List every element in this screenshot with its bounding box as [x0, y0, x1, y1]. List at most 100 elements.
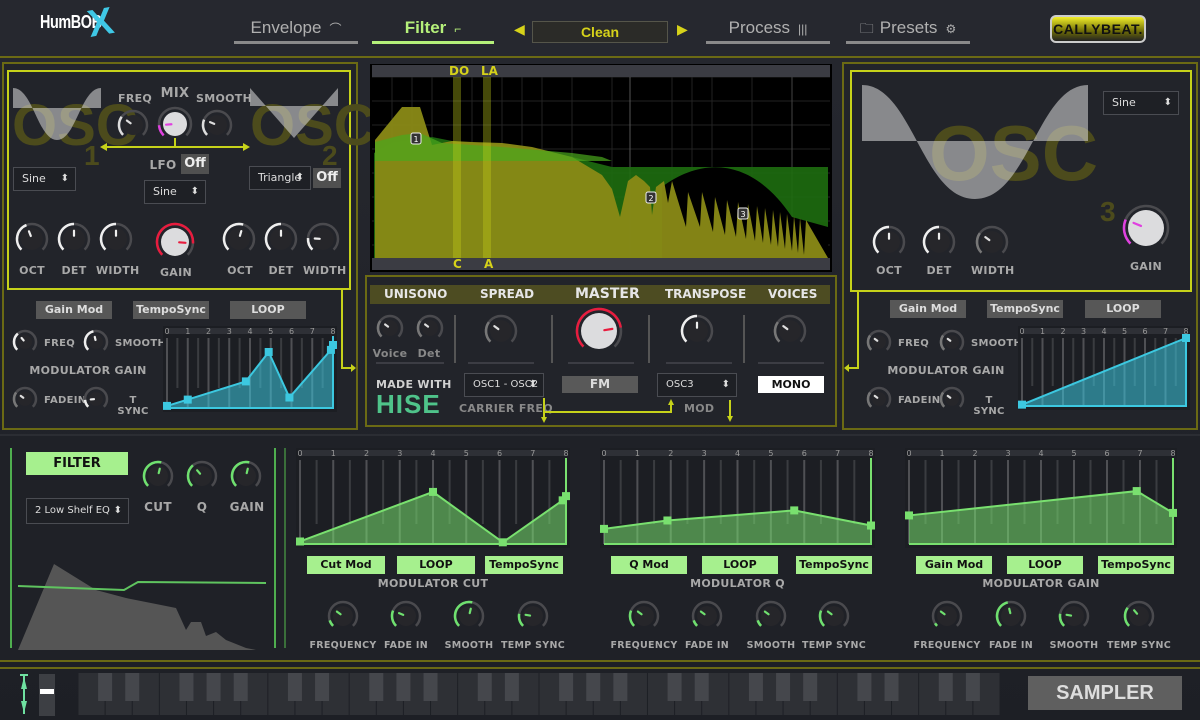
- unison-det-knob[interactable]: [416, 314, 444, 342]
- master-volume-knob[interactable]: [575, 307, 623, 355]
- gain-knob[interactable]: [155, 222, 195, 262]
- q-mod-knob-2[interactable]: [755, 600, 787, 632]
- lfo-freq-knob[interactable]: [117, 109, 149, 141]
- transpose-knob[interactable]: [680, 314, 714, 348]
- fm-button[interactable]: FM: [562, 376, 638, 393]
- osc3-wave-select[interactable]: Sine ⬍: [1103, 91, 1179, 115]
- tab-presets[interactable]: 🗀 Presets ⚙: [846, 18, 970, 44]
- det-label: Det: [417, 347, 441, 360]
- q-mod-knob-3[interactable]: [818, 600, 850, 632]
- osc3-loop-button[interactable]: LOOP: [1085, 300, 1161, 318]
- cut-mod-knob-2[interactable]: [453, 600, 485, 632]
- mod-smooth-knob[interactable]: [83, 329, 109, 355]
- osc2-wave-select[interactable]: Triangle ⬍: [249, 166, 311, 190]
- lfo-smooth-knob[interactable]: [201, 109, 233, 141]
- divider: [0, 667, 1200, 669]
- carrier-select[interactable]: OSC1 - OSC2 ⬍: [464, 373, 544, 397]
- osc3-gain-mod-table-editor[interactable]: 012345678: [1018, 326, 1190, 410]
- mod-fadein-knob[interactable]: [12, 386, 38, 412]
- tab-filter[interactable]: Filter ⌐: [372, 18, 494, 44]
- tab-envelope[interactable]: Envelope ⌒: [234, 18, 358, 44]
- cut-mod-knob-0[interactable]: [327, 600, 359, 632]
- osc3-mod-fadein-knob[interactable]: [866, 386, 892, 412]
- osc2-det-knob[interactable]: [264, 222, 298, 256]
- mix-knob[interactable]: [157, 106, 193, 142]
- temposync-button[interactable]: TempoSync: [133, 301, 209, 319]
- osc3-mod-freq-knob[interactable]: [866, 329, 892, 355]
- unison-voice-knob[interactable]: [376, 314, 404, 342]
- osc3-mod-tsync-knob[interactable]: [939, 386, 965, 412]
- osc2-toggle-button[interactable]: Off: [313, 168, 341, 188]
- gain-mod-table-editor[interactable]: 0 1 2 3 4 5 6 7 8: [905, 448, 1177, 548]
- sampler-button[interactable]: SAMPLER: [1028, 676, 1182, 710]
- black-key: [613, 673, 628, 701]
- q-mod-knob-0[interactable]: [628, 600, 660, 632]
- tab-process[interactable]: Process |||: [706, 18, 830, 44]
- cut-mod-table-editor[interactable]: 0 1 2 3 4 5 6 7 8: [296, 448, 570, 548]
- mod-tsync-knob[interactable]: [83, 386, 109, 412]
- spread-knob[interactable]: [484, 314, 518, 348]
- updown-chevron-icon: ⬍: [721, 379, 730, 390]
- cut-mod-knob-1[interactable]: [390, 600, 422, 632]
- osc3-oct-label: OCT: [876, 264, 902, 277]
- cut-mod-button-0[interactable]: Cut Mod: [307, 556, 385, 574]
- pitch-wheel-icon[interactable]: [18, 671, 30, 717]
- cut-mod-button-2[interactable]: TempoSync: [485, 556, 563, 574]
- mod-wheel-handle[interactable]: [40, 689, 54, 694]
- mono-button[interactable]: MONO: [758, 376, 824, 393]
- filter-type-select[interactable]: 2 Low Shelf EQ ⬍: [26, 498, 129, 524]
- table-tick-label: 0: [1019, 327, 1024, 336]
- osc3-gain-knob[interactable]: [1122, 204, 1170, 252]
- osc3-width-knob[interactable]: [975, 225, 1009, 259]
- q-mod-knob-1[interactable]: [691, 600, 723, 632]
- gain-mod-knob-2[interactable]: [1058, 600, 1090, 632]
- filter-gain-knob[interactable]: [230, 460, 262, 492]
- cut-mod-knob-label-3: TEMP SYNC: [500, 640, 566, 651]
- lfo-toggle-button[interactable]: Off: [181, 154, 209, 174]
- gain-mod-knob-1[interactable]: [995, 600, 1027, 632]
- cut-mod-button-1[interactable]: LOOP: [397, 556, 475, 574]
- preset-name-display[interactable]: Clean: [532, 21, 668, 43]
- gain-mod-knob-0[interactable]: [931, 600, 963, 632]
- osc3-mod-smooth-knob[interactable]: [939, 329, 965, 355]
- osc3-oct-knob[interactable]: [872, 225, 906, 259]
- osc3-temposync-button[interactable]: TempoSync: [987, 300, 1063, 318]
- gear-icon: ⚙: [945, 22, 957, 36]
- osc1-oct-knob[interactable]: [15, 222, 49, 256]
- gain-mod-button-0[interactable]: Gain Mod: [916, 556, 992, 574]
- voices-knob[interactable]: [773, 314, 807, 348]
- filter-cut-knob[interactable]: [142, 460, 174, 492]
- q-mod-button-2[interactable]: TempoSync: [796, 556, 872, 574]
- osc2-width-knob[interactable]: [306, 222, 340, 256]
- osc2-oct-knob[interactable]: [222, 222, 256, 256]
- osc3-det-knob[interactable]: [922, 225, 956, 259]
- table-tick-label: 5: [268, 327, 273, 336]
- mod-freq-knob[interactable]: [12, 329, 38, 355]
- gain-mod-table-editor[interactable]: 0 1 2 3 4 5 6 7 8: [163, 326, 337, 412]
- lfo-wave-select[interactable]: Sine ⬍: [144, 180, 206, 204]
- filter-toggle-button[interactable]: FILTER: [26, 452, 128, 475]
- filter-q-knob[interactable]: [186, 460, 218, 492]
- band-handle-1: 1: [410, 132, 422, 145]
- table-tick-label: 6: [289, 327, 294, 336]
- q-mod-table-editor[interactable]: 0 1 2 3 4 5 6 7 8: [600, 448, 875, 548]
- osc3-gain-mod-button[interactable]: Gain Mod: [890, 300, 966, 318]
- mod-source-select[interactable]: OSC3 ⬍: [657, 373, 737, 397]
- black-key: [694, 673, 709, 701]
- prev-preset-button[interactable]: ◀: [514, 22, 525, 38]
- table-point-handle: [429, 487, 437, 496]
- osc1-width-knob[interactable]: [99, 222, 133, 256]
- piano-keyboard[interactable]: [78, 673, 1000, 715]
- q-mod-button-0[interactable]: Q Mod: [611, 556, 687, 574]
- q-mod-button-1[interactable]: LOOP: [702, 556, 778, 574]
- osc1-wave-select[interactable]: Sine ⬍: [13, 167, 76, 191]
- osc1-det-knob[interactable]: [57, 222, 91, 256]
- loop-button[interactable]: LOOP: [230, 301, 306, 319]
- mod-wheel[interactable]: [39, 674, 55, 716]
- gain-mod-button[interactable]: Gain Mod: [36, 301, 112, 319]
- cut-mod-knob-3[interactable]: [517, 600, 549, 632]
- gain-mod-knob-3[interactable]: [1123, 600, 1155, 632]
- next-preset-button[interactable]: ▶: [677, 22, 688, 38]
- gain-mod-button-1[interactable]: LOOP: [1007, 556, 1083, 574]
- gain-mod-button-2[interactable]: TempoSync: [1098, 556, 1174, 574]
